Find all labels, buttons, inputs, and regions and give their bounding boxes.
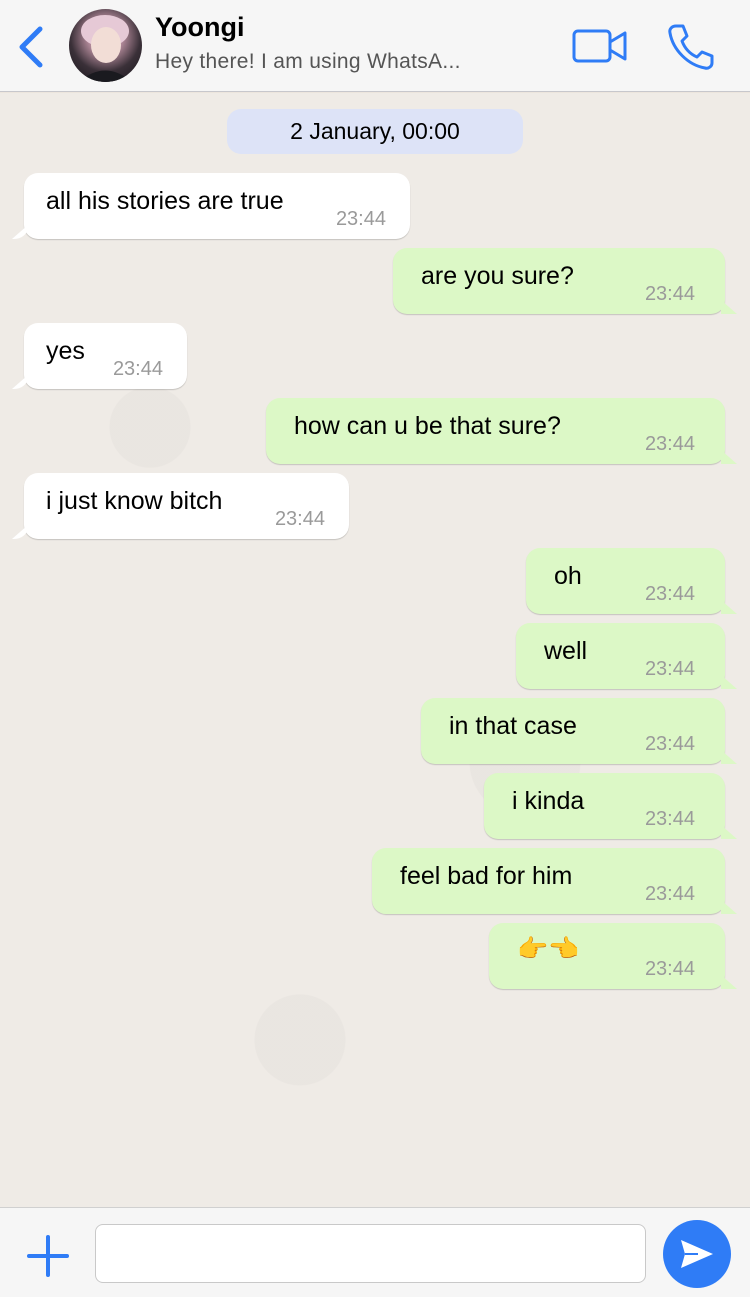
contact-status[interactable]: Hey there! I am using WhatsA... (155, 50, 461, 74)
message-bubble[interactable]: are you sure? 23:44 (393, 248, 725, 314)
chat-header: Yoongi Hey there! I am using WhatsA... (0, 0, 750, 92)
message-time: 23:44 (112, 358, 163, 380)
send-button[interactable] (663, 1220, 731, 1288)
message-text: i kinda (512, 787, 585, 815)
date-separator: 2 January, 00:00 (227, 109, 523, 154)
message-bubble[interactable]: in that case 23:44 (421, 698, 725, 764)
plus-icon[interactable] (27, 1235, 69, 1277)
message-text: in that case (449, 712, 577, 740)
chevron-left-icon[interactable] (14, 24, 48, 70)
message-bubble[interactable]: oh 23:44 (526, 548, 725, 614)
message-time: 23:44 (644, 883, 695, 905)
message-time: 23:44 (644, 733, 695, 755)
contact-name[interactable]: Yoongi (155, 12, 244, 43)
video-camera-icon[interactable] (572, 28, 628, 64)
message-text: are you sure? (421, 262, 574, 290)
message-time: 23:44 (644, 958, 695, 980)
message-text: all his stories are true (46, 187, 284, 215)
message-bubble[interactable]: 👉👈 23:44 (489, 923, 725, 989)
message-time: 23:44 (644, 283, 695, 305)
message-bubble[interactable]: well 23:44 (516, 623, 725, 689)
message-text: oh (554, 562, 582, 590)
message-time: 23:44 (644, 433, 695, 455)
message-text: i just know bitch (46, 487, 223, 515)
message-text: feel bad for him (400, 862, 573, 890)
send-arrow-icon (681, 1240, 713, 1268)
message-text: how can u be that sure? (294, 412, 561, 440)
message-bubble[interactable]: i kinda 23:44 (484, 773, 725, 839)
message-time: 23:44 (644, 583, 695, 605)
message-bubble[interactable]: feel bad for him 23:44 (372, 848, 725, 914)
message-bubble[interactable]: yes 23:44 (24, 323, 187, 389)
message-time: 23:44 (644, 658, 695, 680)
chat-area[interactable]: 2 January, 00:00 all his stories are tru… (0, 93, 750, 1207)
message-time: 23:44 (644, 808, 695, 830)
message-bubble[interactable]: i just know bitch 23:44 (24, 473, 349, 539)
input-bar (0, 1207, 750, 1297)
message-text: well (544, 637, 588, 665)
message-text: yes (46, 337, 85, 365)
message-time: 23:44 (335, 208, 386, 230)
message-time: 23:44 (274, 508, 325, 530)
message-bubble[interactable]: all his stories are true 23:44 (24, 173, 410, 239)
phone-icon[interactable] (666, 22, 716, 72)
message-bubble[interactable]: how can u be that sure? 23:44 (266, 398, 725, 464)
message-input[interactable] (95, 1224, 646, 1283)
avatar[interactable] (69, 9, 142, 82)
message-text: 👉👈 (517, 935, 580, 963)
